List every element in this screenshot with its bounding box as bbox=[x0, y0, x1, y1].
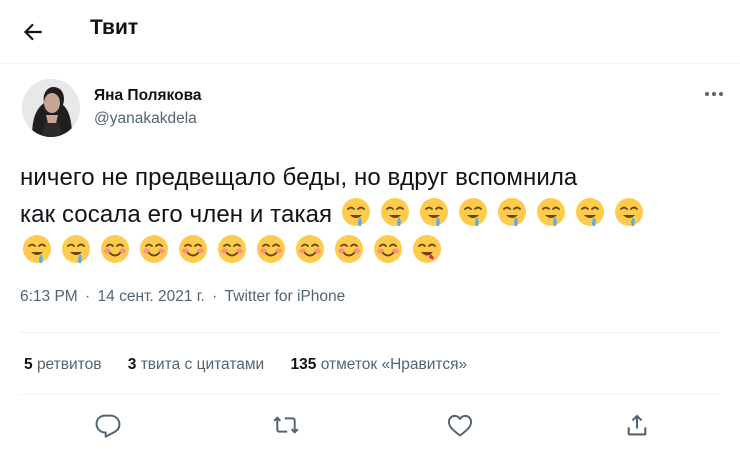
tweet-text: ничего не предвещало беды, но вдруг вспо… bbox=[20, 160, 720, 270]
emoji-blush-icon bbox=[374, 235, 402, 263]
emoji-drool-icon bbox=[575, 198, 604, 227]
quotes-count: 3 bbox=[127, 356, 137, 373]
more-icon[interactable] bbox=[700, 84, 728, 104]
tweet-time[interactable]: 6:13 PM bbox=[20, 288, 78, 305]
avatar[interactable] bbox=[22, 79, 80, 137]
emoji-drool-icon bbox=[23, 235, 51, 264]
author-name[interactable]: Яна Полякова bbox=[94, 87, 202, 105]
share-icon[interactable] bbox=[623, 411, 651, 439]
likes-stat[interactable]: 135 отметок «Нравится» bbox=[291, 356, 468, 373]
emoji-blush-icon bbox=[296, 235, 324, 263]
tweet-meta: 6:13 PM · 14 сент. 2021 г. · Twitter for… bbox=[20, 288, 348, 306]
separator: · bbox=[85, 288, 91, 305]
likes-label: отметок «Нравится» bbox=[320, 356, 468, 373]
arrow-left-icon[interactable] bbox=[20, 19, 46, 45]
emoji-drool-icon bbox=[497, 198, 526, 227]
emoji-drool-icon bbox=[536, 198, 565, 227]
like-icon[interactable] bbox=[446, 411, 474, 439]
retweets-count: 5 bbox=[24, 356, 33, 373]
retweets-stat[interactable]: 5 ретвитов bbox=[24, 356, 101, 373]
divider bbox=[20, 332, 720, 333]
tweet-text-line2: как сосала его член и такая bbox=[20, 196, 720, 233]
emoji-drool-icon bbox=[614, 198, 643, 227]
tweet-text-segment: как сосала его член и такая bbox=[20, 201, 333, 228]
separator: · bbox=[212, 288, 218, 305]
retweet-icon[interactable] bbox=[272, 411, 300, 439]
retweets-label: ретвитов bbox=[36, 356, 102, 373]
emoji-blush-icon bbox=[335, 235, 363, 263]
emoji-row bbox=[339, 198, 651, 228]
reply-icon[interactable] bbox=[94, 411, 122, 439]
emoji-yum-icon bbox=[413, 235, 441, 263]
avatar-photo bbox=[22, 79, 80, 137]
emoji-drool-icon bbox=[62, 235, 90, 264]
emoji-blush-icon bbox=[140, 235, 168, 263]
page-title: Твит bbox=[90, 16, 139, 39]
author-handle[interactable]: @yanakakdela bbox=[94, 110, 197, 128]
emoji-drool-icon bbox=[419, 198, 448, 227]
tweet-text-line: ничего не предвещало беды, но вдруг вспо… bbox=[20, 164, 578, 191]
emoji-drool-icon bbox=[341, 198, 370, 227]
emoji-drool-icon bbox=[458, 198, 487, 227]
tweet-stats: 5 ретвитов 3 твита с цитатами 135 отмето… bbox=[24, 356, 489, 374]
emoji-blush-icon bbox=[101, 235, 129, 263]
emoji-drool-icon bbox=[380, 198, 409, 227]
emoji-row bbox=[20, 233, 720, 270]
divider bbox=[20, 394, 720, 395]
likes-count: 135 bbox=[290, 356, 317, 373]
emoji-blush-icon bbox=[257, 235, 285, 263]
header: Твит bbox=[0, 0, 740, 64]
quotes-label: твита с цитатами bbox=[140, 356, 265, 373]
tweet-source[interactable]: Twitter for iPhone bbox=[225, 288, 346, 305]
tweet-date[interactable]: 14 сент. 2021 г. bbox=[98, 288, 205, 305]
emoji-blush-icon bbox=[218, 235, 246, 263]
emoji-blush-icon bbox=[179, 235, 207, 263]
quotes-stat[interactable]: 3 твита с цитатами bbox=[128, 356, 264, 373]
